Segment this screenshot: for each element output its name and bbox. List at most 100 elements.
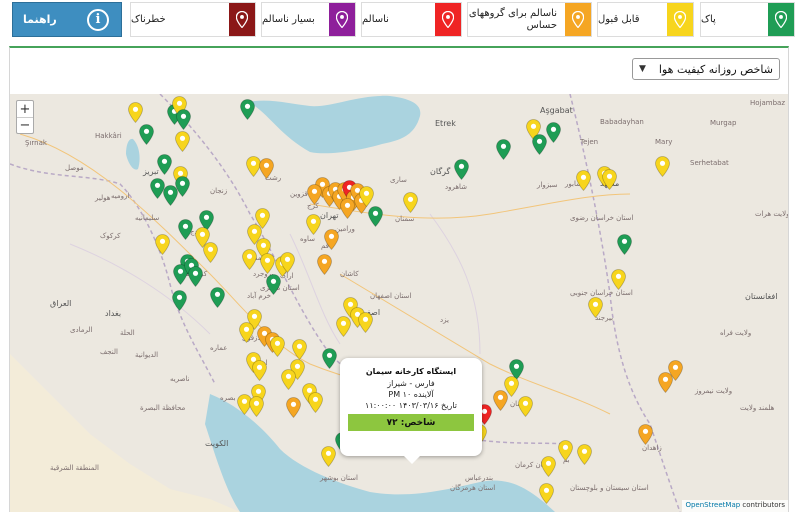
station-marker-icon[interactable] [668,360,683,381]
station-marker-icon[interactable] [546,122,561,143]
station-marker-icon[interactable] [172,290,187,311]
place-label: استان اصفهان [370,292,412,300]
station-marker-icon[interactable] [611,269,626,290]
map-pin-icon [667,3,693,36]
station-marker-icon[interactable] [324,229,339,250]
station-marker-icon[interactable] [340,198,355,219]
station-marker-icon[interactable] [308,392,323,413]
station-marker-icon[interactable] [252,360,267,381]
map-toolbar: ▼ شاخص روزانه کیفیت هوا [10,48,788,93]
place-label: شاهرود [445,183,468,191]
legend-label: خطرناک [131,13,166,25]
station-marker-icon[interactable] [286,397,301,418]
place-label: استان هرمزگان [450,484,496,492]
zoom-out-button[interactable]: − [17,117,33,133]
place-label: افغانستان [745,292,778,301]
station-marker-icon[interactable] [157,154,172,175]
station-marker-icon[interactable] [259,158,274,179]
station-marker-icon[interactable] [602,169,617,190]
station-marker-icon[interactable] [336,316,351,337]
station-marker-icon[interactable] [539,483,554,504]
place-label: استان خراسان جنوبی [570,289,633,297]
legend-label: پاک [701,13,716,25]
station-marker-icon[interactable] [588,297,603,318]
place-label: تهران [320,211,339,220]
station-marker-icon[interactable] [321,446,336,467]
place-label: Mary [655,138,673,146]
station-marker-icon[interactable] [175,131,190,152]
station-marker-icon[interactable] [403,192,418,213]
station-marker-icon[interactable] [617,234,632,255]
chevron-down-icon: ▼ [639,64,646,74]
station-marker-icon[interactable] [128,102,143,123]
station-marker-icon[interactable] [638,424,653,445]
map-pin-icon [329,3,355,36]
map-view[interactable]: Aşgabat Etrek Babadayhan Hojambaz Mary Murgap… [10,94,788,512]
station-marker-icon[interactable] [280,252,295,273]
station-marker-icon[interactable] [368,206,383,227]
place-label: ولایت هرات [755,210,788,218]
popup-index: شاخص: ۷۲ [348,414,474,431]
station-marker-icon[interactable] [139,124,154,145]
station-marker-icon[interactable] [178,219,193,240]
attribution-suffix: contributors [740,501,785,509]
aqi-type-select[interactable]: ▼ شاخص روزانه کیفیت هوا [632,58,780,80]
station-marker-icon[interactable] [249,396,264,417]
legend-item-clean: پاک [700,2,795,37]
osm-link[interactable]: OpenStreetMap [685,501,740,509]
station-marker-icon[interactable] [266,274,281,295]
station-marker-icon[interactable] [163,185,178,206]
station-marker-icon[interactable] [576,170,591,191]
map-pin-icon [229,3,255,36]
station-marker-icon[interactable] [155,234,170,255]
place-label: هولیر [95,194,111,202]
station-marker-icon[interactable] [541,456,556,477]
station-marker-icon[interactable] [317,254,332,275]
station-marker-icon[interactable] [496,139,511,160]
place-label: ناصریه [170,375,190,383]
aqi-type-value: شاخص روزانه کیفیت هوا [658,62,773,76]
station-marker-icon[interactable] [558,440,573,461]
place-label: Hakkâri [95,132,122,140]
zoom-in-button[interactable]: + [17,101,33,117]
station-marker-icon[interactable] [307,184,322,205]
place-label: Hojambaz [750,99,786,107]
map-pin-icon [435,3,461,36]
station-marker-icon[interactable] [281,369,296,390]
station-marker-icon[interactable] [577,444,592,465]
station-marker-icon[interactable] [359,186,374,207]
station-marker-icon[interactable] [292,339,307,360]
help-label: راهنما [23,13,57,26]
help-button[interactable]: راهنما i [12,2,122,37]
place-label: استان خراسان رضوی [570,214,634,222]
station-marker-icon[interactable] [210,287,225,308]
legend-item-sensitive: ناسالم برای گروههای حساس [467,2,592,37]
legend-label: بسیار ناسالم [262,13,315,25]
station-marker-icon[interactable] [518,396,533,417]
place-label: النجف [100,348,118,356]
station-marker-icon[interactable] [242,249,257,270]
place-label: سبزوار [537,181,558,189]
station-marker-icon[interactable] [306,214,321,235]
popup-tip [404,456,420,464]
station-marker-icon[interactable] [176,109,191,130]
station-marker-icon[interactable] [240,99,255,120]
station-marker-icon[interactable] [358,312,373,333]
place-label: بندرعباس [465,474,494,482]
station-marker-icon[interactable] [454,159,469,180]
station-marker-icon[interactable] [239,322,254,343]
station-marker-icon[interactable] [203,242,218,263]
station-marker-icon[interactable] [532,134,547,155]
station-marker-icon[interactable] [270,336,285,357]
station-marker-icon[interactable] [188,266,203,287]
station-marker-icon[interactable] [493,390,508,411]
place-label: یزد [440,316,449,324]
station-marker-icon[interactable] [322,348,337,369]
place-label: Murgap [710,119,737,127]
station-marker-icon[interactable] [655,156,670,177]
place-label: کاشان [340,270,359,278]
legend-label: ناسالم برای گروههای حساس [468,7,557,31]
place-label: موصل [65,164,84,172]
place-label: الحلة [120,329,135,337]
station-marker-icon[interactable] [260,253,275,274]
